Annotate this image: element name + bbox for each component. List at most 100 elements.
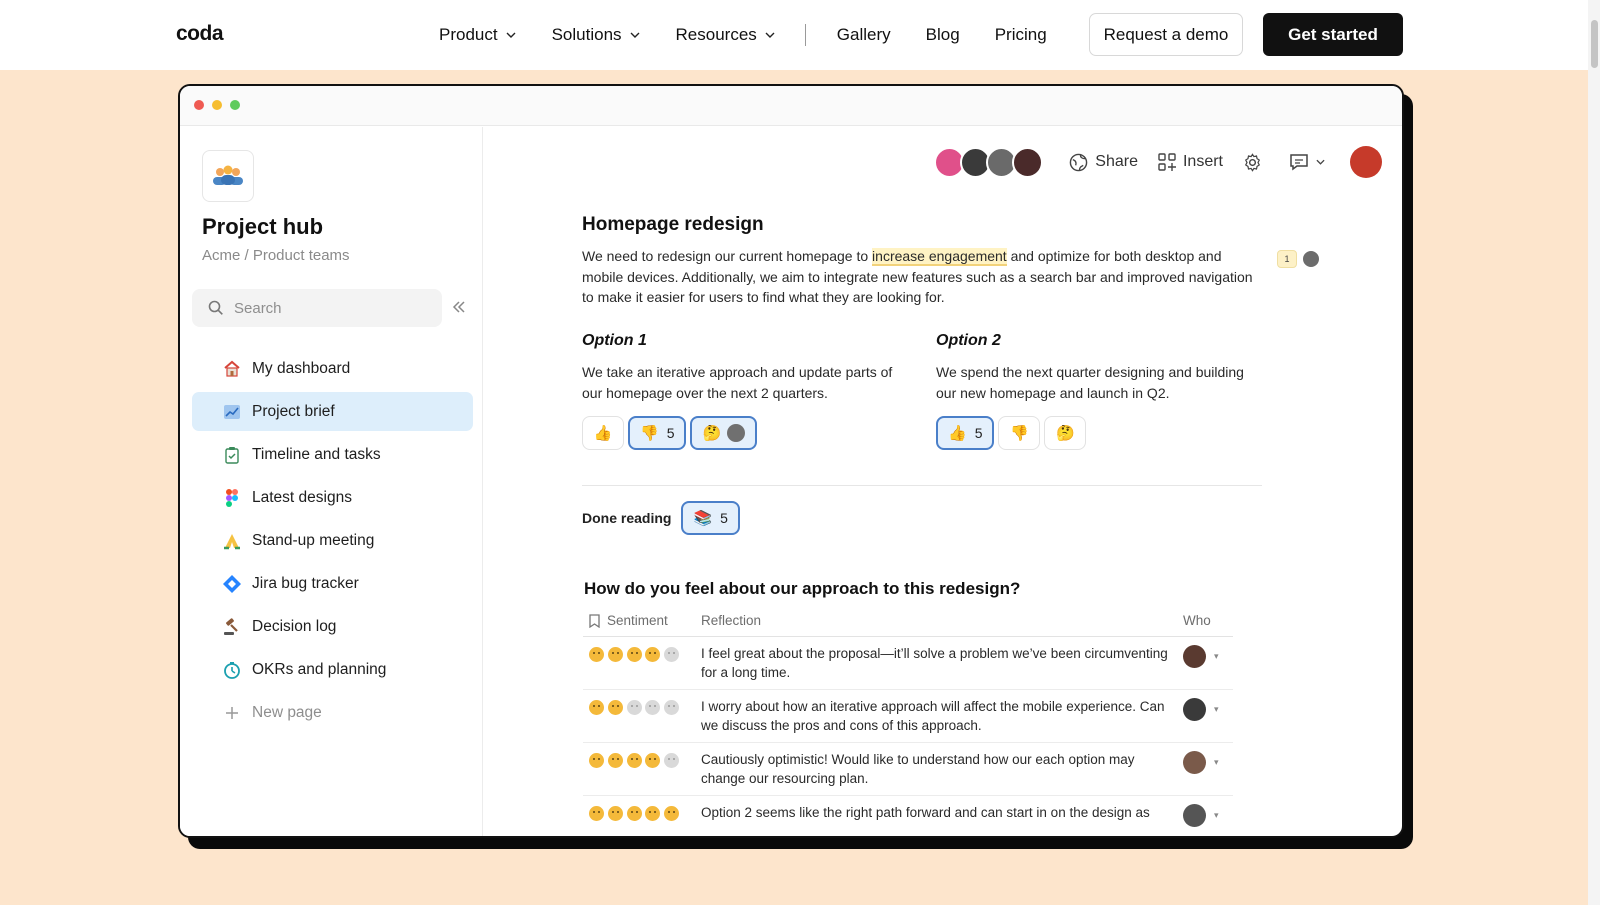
sidebar-item-label: Latest designs [252, 488, 352, 506]
chevron-down-icon [506, 30, 516, 40]
clipboard-icon [222, 445, 242, 465]
smiley-face-icon[interactable] [645, 753, 661, 768]
doc-breadcrumb[interactable]: Acme / Product teams [202, 247, 350, 264]
reflection-cell[interactable]: Option 2 seems like the right path forwa… [701, 804, 1183, 823]
smiley-face-icon[interactable] [589, 700, 604, 715]
close-window-dot[interactable] [194, 100, 204, 110]
chevron-down-icon[interactable]: ▾ [1214, 757, 1219, 768]
nav-product[interactable]: Product [439, 25, 516, 45]
sentiment-faces [589, 645, 683, 662]
sidebar-search[interactable]: Search [192, 289, 442, 327]
maximize-window-dot[interactable] [230, 100, 240, 110]
done-reading-reaction[interactable]: 📚 5 [681, 501, 740, 535]
nav-solutions-label: Solutions [551, 25, 622, 44]
nav-blog[interactable]: Blog [926, 25, 960, 45]
request-demo-button[interactable]: Request a demo [1089, 13, 1243, 56]
smiley-face-icon[interactable] [607, 753, 623, 768]
sidebar-item-decision-log[interactable]: Decision log [192, 607, 473, 646]
minimize-window-dot[interactable] [212, 100, 222, 110]
chevron-down-icon[interactable]: ▾ [1214, 651, 1219, 662]
who-column-header[interactable]: Who [1183, 613, 1233, 628]
nav-resources[interactable]: Resources [676, 25, 775, 45]
reflection-cell[interactable]: I feel great about the proposal—it’ll so… [701, 645, 1183, 682]
sentiment-faces [589, 804, 683, 821]
smiley-face-icon[interactable] [664, 647, 680, 662]
insert-button[interactable]: Insert [1158, 153, 1223, 171]
smiley-face-icon[interactable] [626, 753, 642, 768]
who-cell[interactable]: ▾ [1183, 804, 1233, 827]
coda-logo[interactable]: coda [176, 22, 224, 46]
page-scrollbar-thumb[interactable] [1591, 20, 1598, 68]
smiley-face-icon[interactable] [626, 806, 642, 821]
nav-product-label: Product [439, 25, 498, 44]
chevron-down-icon[interactable]: ▾ [1214, 810, 1219, 821]
avatar[interactable] [1012, 146, 1044, 178]
thumbs-up-reaction[interactable]: 👍 5 [936, 416, 995, 450]
who-cell[interactable]: ▾ [1183, 698, 1233, 721]
thinking-reaction[interactable]: 🤔 [1044, 416, 1087, 450]
search-icon [208, 300, 223, 315]
page-scrollbar[interactable] [1588, 0, 1600, 905]
reflection-cell[interactable]: Cautiously optimistic! Would like to und… [701, 751, 1183, 788]
new-page-button[interactable]: New page [192, 693, 473, 732]
avatar [1301, 249, 1321, 269]
comment-indicator[interactable]: 1 [1277, 249, 1321, 269]
table-row[interactable]: I worry about how an iterative approach … [583, 690, 1233, 743]
doc-sidebar: Project hub Acme / Product teams Search … [180, 127, 483, 836]
smiley-face-icon[interactable] [589, 647, 604, 662]
sentiment-column-header[interactable]: Sentiment [583, 613, 701, 628]
highlighted-text[interactable]: increase engagement [872, 248, 1007, 266]
smiley-face-icon[interactable] [645, 647, 661, 662]
sidebar-item-timeline[interactable]: Timeline and tasks [192, 435, 473, 474]
thumbs-up-reaction[interactable]: 👍 [582, 416, 624, 450]
who-cell[interactable]: ▾ [1183, 645, 1233, 668]
nav-gallery[interactable]: Gallery [837, 25, 891, 45]
sidebar-item-project-brief[interactable]: Project brief [192, 392, 473, 431]
nav-solutions[interactable]: Solutions [552, 25, 640, 45]
collaborator-avatars[interactable] [934, 146, 1044, 178]
table-row[interactable]: Option 2 seems like the right path forwa… [583, 796, 1233, 836]
sidebar-item-standup[interactable]: Stand-up meeting [192, 521, 473, 560]
sidebar-item-label: Timeline and tasks [252, 445, 381, 463]
settings-button[interactable] [1243, 152, 1269, 172]
sidebar-item-okrs[interactable]: OKRs and planning [192, 650, 473, 689]
thumbs-down-reaction[interactable]: 👎 [998, 416, 1041, 450]
chevron-down-icon[interactable]: ▾ [1214, 704, 1219, 715]
smiley-face-icon[interactable] [645, 700, 661, 715]
smiley-face-icon[interactable] [589, 806, 604, 821]
table-row[interactable]: I feel great about the proposal—it’ll so… [583, 637, 1233, 690]
smiley-face-icon[interactable] [664, 806, 680, 821]
comments-menu-button[interactable] [1289, 153, 1332, 171]
share-button[interactable]: Share [1069, 153, 1138, 172]
sidebar-item-my-dashboard[interactable]: My dashboard [192, 349, 473, 388]
smiley-face-icon[interactable] [664, 753, 680, 768]
sidebar-item-latest-designs[interactable]: Latest designs [192, 478, 473, 517]
smiley-face-icon[interactable] [626, 700, 642, 715]
sidebar-item-jira[interactable]: Jira bug tracker [192, 564, 473, 603]
smiley-face-icon[interactable] [626, 647, 642, 662]
get-started-button[interactable]: Get started [1263, 13, 1403, 56]
smiley-face-icon[interactable] [645, 806, 661, 821]
reflection-cell[interactable]: I worry about how an iterative approach … [701, 698, 1183, 735]
sentiment-rating[interactable] [583, 645, 701, 662]
sidebar-item-label: Decision log [252, 617, 337, 635]
table-row[interactable]: Cautiously optimistic! Would like to und… [583, 743, 1233, 796]
who-cell[interactable]: ▾ [1183, 751, 1233, 774]
smiley-face-icon[interactable] [607, 806, 623, 821]
nav-pricing[interactable]: Pricing [995, 25, 1047, 45]
thinking-reaction[interactable]: 🤔 [690, 416, 758, 450]
smiley-face-icon[interactable] [589, 753, 604, 768]
plus-icon [222, 703, 242, 723]
comment-count-badge: 1 [1277, 250, 1297, 268]
sentiment-rating[interactable] [583, 804, 701, 821]
user-avatar[interactable] [1350, 146, 1382, 178]
sentiment-rating[interactable] [583, 751, 701, 768]
reflection-column-header[interactable]: Reflection [701, 613, 1183, 628]
smiley-face-icon[interactable] [607, 700, 623, 715]
thumbs-down-reaction[interactable]: 👎 5 [628, 416, 687, 450]
sentiment-rating[interactable] [583, 698, 701, 715]
doc-icon[interactable] [202, 150, 254, 202]
collapse-sidebar-icon[interactable] [451, 299, 467, 315]
smiley-face-icon[interactable] [664, 700, 680, 715]
smiley-face-icon[interactable] [607, 647, 623, 662]
